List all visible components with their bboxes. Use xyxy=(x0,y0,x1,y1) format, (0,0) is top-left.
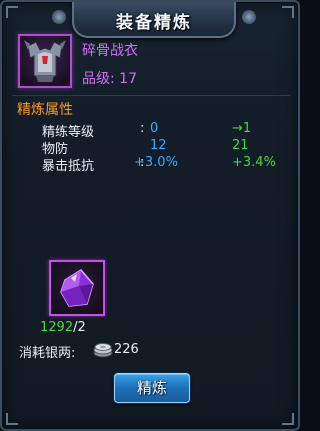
material-count: 1292/2 xyxy=(40,320,86,335)
frame-corner xyxy=(282,413,294,425)
stat-row-physical-defense: 物防 12 21 xyxy=(2,138,302,157)
stat-current-value: 12 xyxy=(150,138,167,153)
cost-value: 226 xyxy=(114,342,139,357)
cost-label: 消耗银两: xyxy=(19,346,76,361)
window-title: 装备精炼 xyxy=(116,13,192,33)
stat-next-value: →1 xyxy=(232,121,252,136)
stat-row-crit-resist: 暴击抵抗 : +3.0% +3.4% xyxy=(2,155,302,174)
material-need: /2 xyxy=(73,320,86,335)
stat-colon: : xyxy=(140,121,145,136)
divider xyxy=(12,95,290,96)
stat-label: 暴击抵抗 xyxy=(42,159,95,174)
armor-icon xyxy=(24,40,66,82)
material-have: 1292 xyxy=(40,320,74,335)
silver-coin-icon xyxy=(93,343,113,358)
equipment-slot[interactable] xyxy=(18,34,72,88)
material-slot[interactable] xyxy=(49,260,105,316)
purple-crystal-icon xyxy=(60,269,94,307)
title-bar: 装备精炼 xyxy=(52,2,256,38)
item-level: 品级: 17 xyxy=(82,71,137,87)
stat-current-value: +3.0% xyxy=(134,155,178,170)
item-name: 碎骨战衣 xyxy=(82,43,138,59)
stat-row-refine-level: 精练等级 : 0 →1 xyxy=(2,121,302,140)
stat-next-value: +3.4% xyxy=(232,155,276,170)
frame-corner xyxy=(6,413,18,425)
refine-button[interactable]: 精炼 xyxy=(114,373,190,403)
refine-panel: 装备精炼 碎骨战衣 品级: 17 精炼属性 精练等级 : 0 →1 物防 12 … xyxy=(0,0,300,431)
stat-current-value: 0 xyxy=(150,121,159,136)
frame-corner xyxy=(282,6,294,18)
stat-next-value: 21 xyxy=(232,138,249,153)
frame-corner xyxy=(6,6,18,18)
section-title: 精炼属性 xyxy=(17,102,73,118)
